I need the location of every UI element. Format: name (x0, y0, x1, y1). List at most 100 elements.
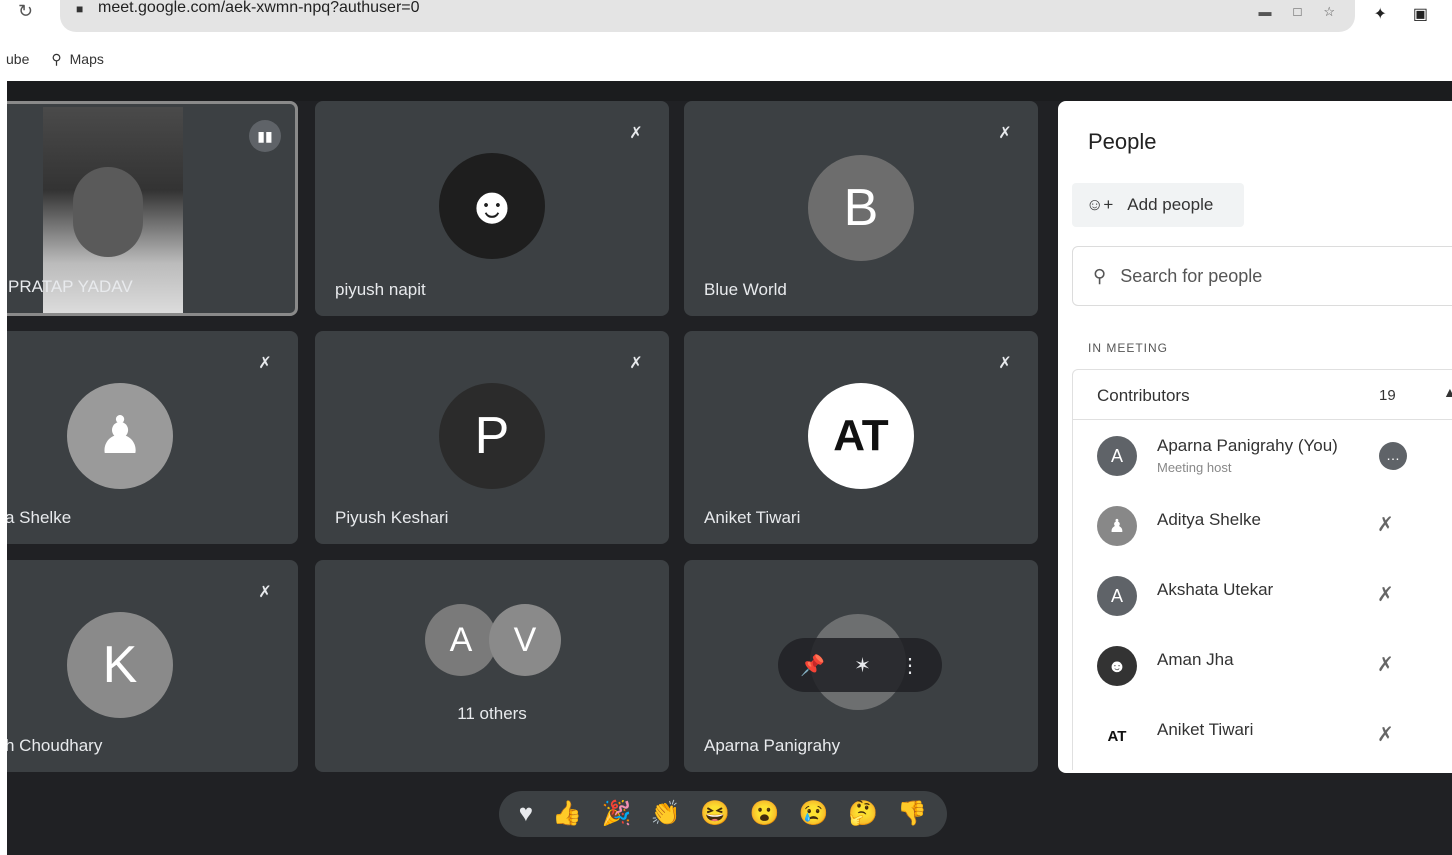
participant-tile[interactable]: ✗ AT Aniket Tiwari (684, 331, 1038, 544)
participant-tile[interactable]: ✗ ♟ a Shelke (7, 331, 298, 544)
avatar: ☻ (439, 153, 545, 259)
logo-avatar: AT (1097, 716, 1137, 756)
heart-icon[interactable]: ♥ (519, 802, 533, 826)
bookmark-maps[interactable]: ⚲ Maps (51, 51, 104, 68)
mic-off-icon[interactable]: ✗ (1377, 722, 1394, 747)
tile-name: PRATAP YADAV (8, 277, 133, 296)
mic-off-icon[interactable]: ✗ (1377, 582, 1394, 607)
thumbs-up-icon[interactable]: 👍 (552, 802, 582, 826)
add-people-button[interactable]: ☺+ Add people (1072, 183, 1244, 227)
thinking-icon[interactable]: 🤔 (848, 802, 878, 826)
avatar: A (1097, 436, 1137, 476)
participant-tile[interactable]: ✗ K h Choudhary (7, 560, 298, 772)
participant-name: Aman Jha (1157, 650, 1234, 669)
star-icon[interactable]: ☆ (1323, 4, 1335, 20)
list-item[interactable]: ♟ Aditya Shelke ✗ (1073, 490, 1452, 560)
url-text[interactable]: meet.google.com/aek-xwmn-npq?authuser=0 (98, 0, 420, 16)
camera-icon[interactable]: ▬ (1258, 4, 1271, 20)
participant-role: Meeting host (1157, 460, 1232, 475)
participant-tile[interactable]: ✗ ☻ piyush napit (315, 101, 669, 316)
reaction-bar: ♥ 👍 🎉 👏 😆 😮 😢 🤔 👎 (499, 791, 947, 837)
others-tile[interactable]: A V 11 others (315, 560, 669, 772)
mic-off-icon[interactable]: ✗ (1377, 652, 1394, 677)
browser-chrome: ↻ ■ meet.google.com/aek-xwmn-npq?authuse… (0, 0, 1452, 80)
participant-name: Aniket Tiwari (1157, 720, 1254, 739)
contributors-header[interactable]: Contributors 19 ▲ (1072, 369, 1452, 419)
tile-name: Aparna Panigrahy (704, 736, 841, 755)
clap-icon[interactable]: 👏 (651, 802, 681, 826)
group-count: 19 (1379, 387, 1396, 404)
party-popper-icon[interactable]: 🎉 (602, 802, 632, 826)
surprised-icon[interactable]: 😮 (749, 802, 779, 826)
search-icon: ⚲ (1093, 265, 1107, 286)
avatar: A (425, 604, 497, 676)
meet-stage: ▮▮ PRATAP YADAV ✗ ☻ piyush napit ✗ B Blu… (7, 81, 1452, 855)
avatar: ☻ (1097, 646, 1137, 686)
logo-avatar: AT (808, 383, 914, 489)
bookmark-youtube[interactable]: ube (6, 51, 29, 67)
participant-name: Akshata Utekar (1157, 580, 1274, 599)
tile-name: piyush napit (335, 280, 426, 299)
omnibox-actions: ▬ □ ☆ (1258, 4, 1335, 20)
more-icon[interactable]: … (1379, 442, 1407, 470)
top-strip (7, 81, 1452, 101)
mic-off-icon: ✗ (998, 125, 1012, 142)
speaking-indicator-icon: ▮▮ (249, 120, 281, 152)
search-input[interactable]: ⚲ Search for people (1072, 246, 1452, 306)
tile-name: a Shelke (7, 508, 72, 527)
tile-controls: 📌 ✶ ⋮ (778, 638, 942, 692)
effects-icon[interactable]: ✶ (854, 653, 871, 678)
reload-icon[interactable]: ↻ (18, 2, 42, 26)
participant-tile[interactable]: ✗ P Piyush Keshari (315, 331, 669, 544)
tile-name: Aniket Tiwari (704, 508, 801, 527)
bookmarks-bar: ube ⚲ Maps (0, 46, 126, 72)
mic-off-icon: ✗ (258, 584, 272, 601)
map-pin-icon: ⚲ (51, 50, 62, 67)
lock-icon: ■ (76, 2, 84, 16)
more-options-icon[interactable]: ⋮ (900, 653, 920, 678)
bottom-bar: ♥ 👍 🎉 👏 😆 😮 😢 🤔 👎 (7, 773, 1452, 855)
mic-off-icon: ✗ (629, 125, 643, 142)
share-icon[interactable]: □ (1293, 4, 1301, 20)
list-item[interactable]: A Akshata Utekar ✗ (1073, 560, 1452, 630)
avatar: K (67, 612, 173, 718)
panel-title: People (1088, 129, 1157, 154)
participant-tile[interactable]: ✗ B Blue World (684, 101, 1038, 316)
tile-name: Blue World (704, 280, 787, 299)
list-item[interactable]: A Aparna Panigrahy (You) Meeting host … (1073, 420, 1452, 490)
participant-name: Aparna Panigrahy (You) (1157, 436, 1338, 455)
others-count: 11 others (457, 704, 527, 723)
avatar: ♟ (67, 383, 173, 489)
participant-tile[interactable]: ▮▮ PRATAP YADAV (7, 101, 298, 316)
list-item[interactable]: ☻ Aman Jha ✗ (1073, 630, 1452, 700)
avatar: V (489, 604, 561, 676)
list-item[interactable]: AT Aniket Tiwari ✗ (1073, 700, 1452, 770)
people-panel: People ☺+ Add people ⚲ Search for people… (1058, 101, 1452, 773)
window-icon[interactable]: ▣ (1413, 4, 1428, 24)
mic-off-icon: ✗ (998, 355, 1012, 372)
toolbar: ↻ ■ meet.google.com/aek-xwmn-npq?authuse… (0, 0, 1452, 38)
avatar: ♟ (1097, 506, 1137, 546)
avatar: B (808, 155, 914, 261)
tile-name: Piyush Keshari (335, 508, 449, 527)
person-head (73, 167, 143, 257)
participant-list: A Aparna Panigrahy (You) Meeting host … … (1072, 419, 1452, 770)
extension-icons: ✦ ▣ (1373, 4, 1428, 24)
mic-off-icon[interactable]: ✗ (1377, 512, 1394, 537)
avatar: P (439, 383, 545, 489)
pin-icon[interactable]: 📌 (800, 653, 825, 678)
participant-name: Aditya Shelke (1157, 510, 1261, 529)
address-bar[interactable]: ■ meet.google.com/aek-xwmn-npq?authuser=… (60, 0, 1355, 32)
section-label: IN MEETING (1088, 341, 1169, 355)
thumbs-down-icon[interactable]: 👎 (897, 802, 927, 826)
mic-off-icon: ✗ (629, 355, 643, 372)
tile-name: h Choudhary (7, 736, 103, 755)
laugh-icon[interactable]: 😆 (700, 802, 730, 826)
avatar: A (1097, 576, 1137, 616)
mic-off-icon: ✗ (258, 355, 272, 372)
sad-icon[interactable]: 😢 (799, 802, 829, 826)
extensions-icon[interactable]: ✦ (1373, 4, 1386, 24)
participant-tile[interactable]: 📌 ✶ ⋮ Aparna Panigrahy (684, 560, 1038, 772)
add-person-icon: ☺+ (1086, 195, 1114, 214)
chevron-up-icon[interactable]: ▲ (1443, 384, 1452, 400)
